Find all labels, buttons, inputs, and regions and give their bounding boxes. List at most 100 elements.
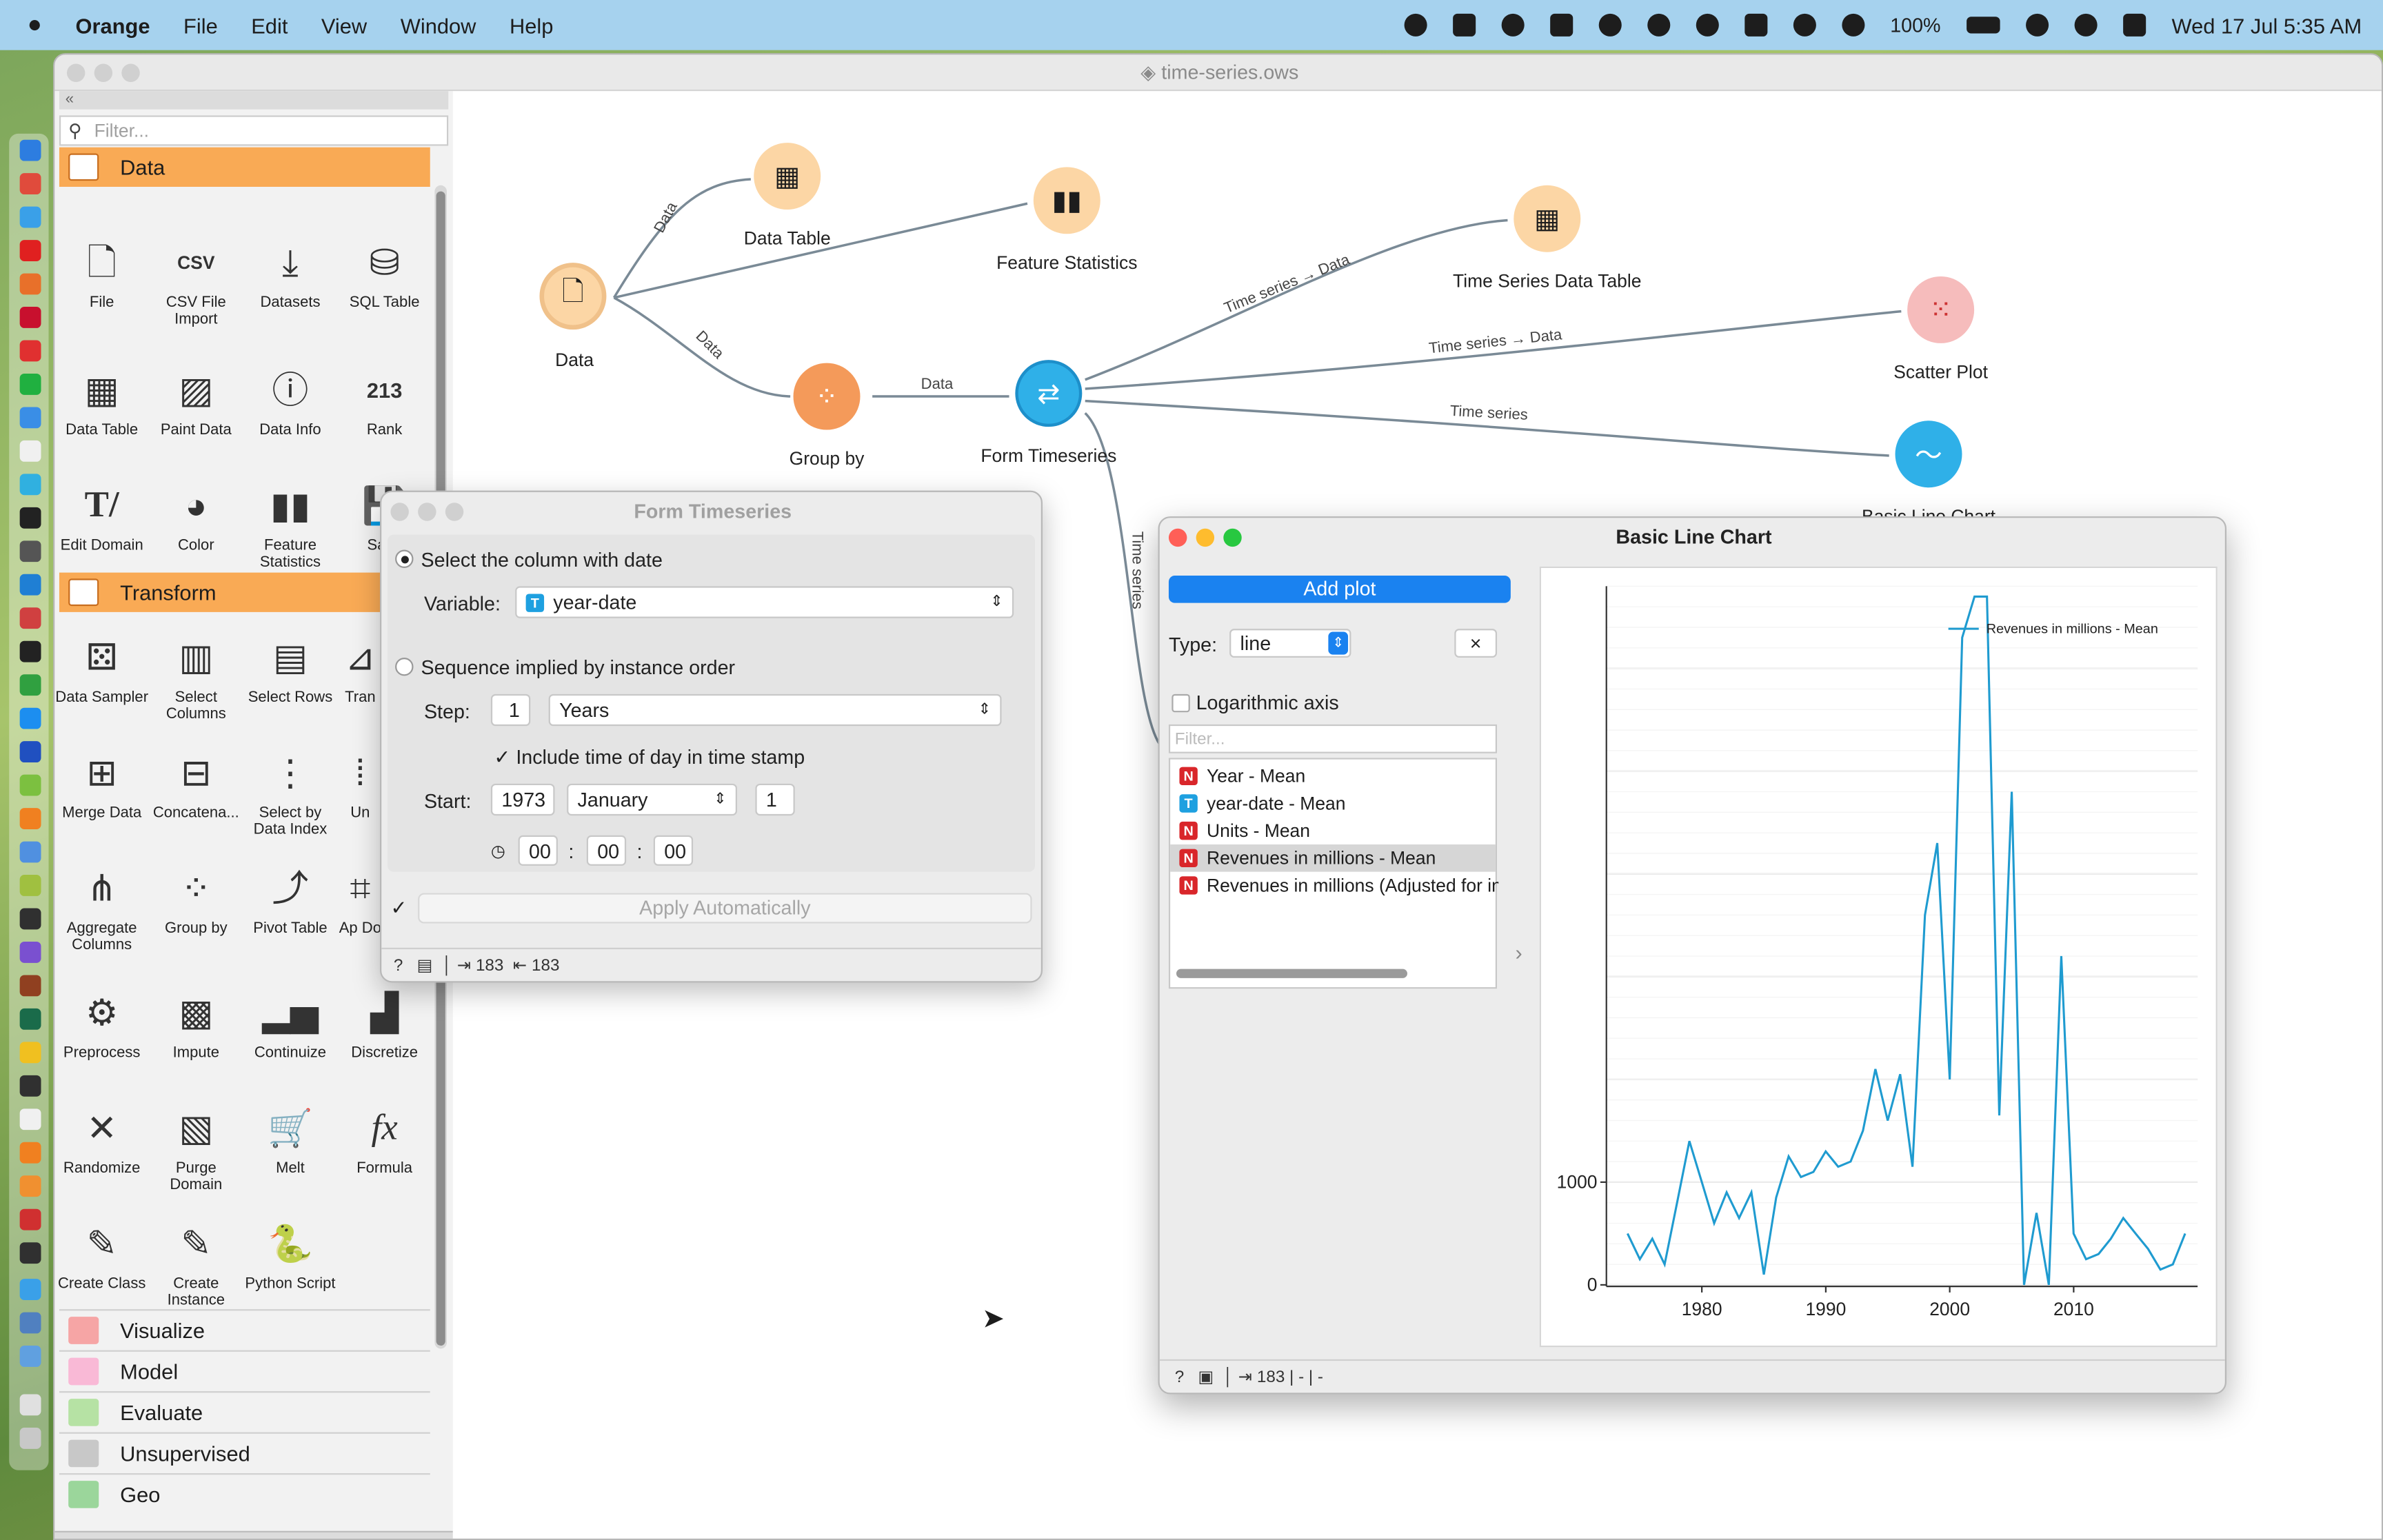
- step-unit-select[interactable]: Years ⇕: [548, 693, 1002, 727]
- category-data[interactable]: Data: [59, 147, 430, 187]
- clock[interactable]: Wed 17 Jul 5:35 AM: [2172, 13, 2362, 37]
- app-icon-26[interactable]: [19, 975, 41, 997]
- category-unsupervised[interactable]: Unsupervised: [59, 1432, 430, 1472]
- appstore-icon[interactable]: [19, 707, 41, 729]
- app-icon-29[interactable]: [19, 1075, 41, 1097]
- widget-data-table[interactable]: ▦ Data Table: [54, 365, 149, 439]
- menu-file[interactable]: File: [183, 13, 218, 37]
- vivaldi-icon[interactable]: [19, 307, 41, 328]
- widget-continuize[interactable]: ▂▅ Continuize: [243, 987, 338, 1062]
- widget-select-columns[interactable]: ▥ Select Columns: [149, 632, 243, 723]
- widget-datasets[interactable]: ⤓ Datasets: [243, 237, 338, 312]
- node-ts-data-table[interactable]: ▦: [1514, 185, 1581, 252]
- remove-plot-button[interactable]: ×: [1454, 629, 1498, 658]
- vscode-icon[interactable]: [19, 574, 41, 596]
- wifi-icon[interactable]: [2025, 13, 2049, 37]
- zoom-button[interactable]: [445, 503, 464, 521]
- type-select[interactable]: line ⇕: [1229, 629, 1351, 658]
- save-icon[interactable]: ▣: [1198, 1368, 1214, 1386]
- widget-select-by-index[interactable]: ⋮ Select by Data Index: [243, 747, 338, 838]
- widget-randomize[interactable]: ✕ Randomize: [54, 1103, 149, 1177]
- evernote-icon[interactable]: [19, 674, 41, 696]
- widget-data-sampler[interactable]: ⚄ Data Sampler: [54, 632, 149, 707]
- app-icon-22[interactable]: [19, 841, 41, 863]
- finder-icon[interactable]: [19, 139, 41, 161]
- facetime-icon[interactable]: [19, 373, 41, 395]
- terminal-icon[interactable]: [19, 908, 41, 930]
- node-group-by[interactable]: ⁘: [793, 363, 861, 430]
- widget-pivot-table[interactable]: ⤴ Pivot Table: [243, 862, 338, 937]
- app-icon-25[interactable]: [19, 941, 41, 963]
- node-feature-statistics[interactable]: ▮▮: [1033, 167, 1100, 234]
- variable-list[interactable]: N Year - Mean Tyear-date - Mean N Units - …: [1168, 758, 1498, 989]
- node-data-table[interactable]: ▦: [754, 143, 821, 210]
- app-icon-19[interactable]: [19, 741, 41, 763]
- node-basic-line-chart[interactable]: 〜: [1895, 421, 1962, 488]
- node-form-timeseries[interactable]: ⇄: [1015, 360, 1083, 427]
- app-icon-16[interactable]: [19, 640, 41, 662]
- app-menu[interactable]: Orange: [75, 13, 150, 37]
- app-icon-34[interactable]: [19, 1242, 41, 1264]
- radio-select-column[interactable]: [395, 549, 414, 568]
- app-icon-32[interactable]: [19, 1175, 41, 1197]
- app-icon-31[interactable]: [19, 1142, 41, 1164]
- widget-data-info[interactable]: ⓘ Data Info: [243, 365, 338, 439]
- document-icon[interactable]: [19, 1394, 41, 1416]
- status-app2-icon[interactable]: [1549, 13, 1573, 37]
- widget-create-instance[interactable]: ✎ Create Instance: [149, 1218, 243, 1309]
- menu-view[interactable]: View: [321, 13, 367, 37]
- widget-edit-domain[interactable]: T/Edit Domain: [54, 480, 149, 554]
- battery-icon[interactable]: [1967, 17, 2000, 34]
- close-button[interactable]: [1168, 528, 1187, 547]
- start-month-select[interactable]: January ⇕: [567, 783, 737, 816]
- mail-icon[interactable]: [19, 407, 41, 429]
- collapse-toolbox-button[interactable]: «: [59, 91, 449, 110]
- widget-aggregate-columns[interactable]: ⋔ Aggregate Columns: [54, 862, 149, 953]
- app-icon-7[interactable]: [19, 340, 41, 362]
- app-icon-27[interactable]: [19, 1008, 41, 1030]
- widget-transpose[interactable]: ⊿ Tran: [337, 632, 383, 707]
- minimize-button[interactable]: [94, 63, 113, 82]
- status-incognito-icon[interactable]: [1647, 13, 1670, 37]
- minimize-button[interactable]: [418, 503, 436, 521]
- app-icon-23[interactable]: [19, 875, 41, 896]
- widget-impute[interactable]: ▩ Impute: [149, 987, 243, 1062]
- status-play-icon[interactable]: [1841, 13, 1864, 37]
- category-evaluate[interactable]: Evaluate: [59, 1391, 430, 1431]
- app-icon-15[interactable]: [19, 607, 41, 629]
- category-geo[interactable]: Geo: [59, 1473, 430, 1513]
- variable-filter-input[interactable]: Filter...: [1168, 724, 1498, 753]
- trash-icon[interactable]: [19, 1428, 41, 1449]
- widget-unique[interactable]: ⁞ Un: [337, 747, 383, 822]
- widget-group-by[interactable]: ⁘ Group by: [149, 862, 243, 937]
- app-icon-13[interactable]: [19, 540, 41, 563]
- status-rocket-icon[interactable]: [1500, 13, 1525, 37]
- widget-csv-import[interactable]: CSV CSV File Import: [149, 237, 243, 328]
- help-icon[interactable]: ?: [1175, 1368, 1185, 1386]
- report-icon[interactable]: ▤: [417, 957, 433, 975]
- status-airdrop-icon[interactable]: [1452, 13, 1476, 37]
- safari-icon[interactable]: [19, 206, 41, 228]
- widget-rank[interactable]: 213 Rank: [337, 365, 432, 439]
- tv-icon[interactable]: [19, 507, 41, 529]
- widget-merge-data[interactable]: ⊞ Merge Data: [54, 747, 149, 822]
- category-model[interactable]: Model: [59, 1350, 430, 1390]
- node-data[interactable]: 🗋: [539, 263, 607, 330]
- step-input[interactable]: 1: [490, 693, 531, 727]
- info-icon[interactable]: ⓘ: [77, 1537, 102, 1539]
- close-button[interactable]: [66, 63, 86, 82]
- menu-window[interactable]: Window: [401, 13, 476, 37]
- second-input[interactable]: 00: [653, 835, 694, 866]
- status-accessibility-icon[interactable]: [1793, 13, 1816, 37]
- apply-auto-checkbox[interactable]: ✓: [390, 896, 407, 920]
- toolbox-filter-input[interactable]: ⚲ Filter...: [59, 115, 449, 146]
- status-glasses-icon[interactable]: [1598, 13, 1622, 37]
- list-item[interactable]: N Year - Mean: [1179, 762, 1498, 790]
- app-icon-33[interactable]: [19, 1208, 41, 1230]
- add-plot-button[interactable]: Add plot: [1168, 576, 1511, 603]
- status-app-icon[interactable]: [1403, 13, 1427, 37]
- widget-color[interactable]: ◕ Color: [149, 480, 243, 554]
- status-keyboard-icon[interactable]: [1744, 13, 1767, 37]
- menu-help[interactable]: Help: [510, 13, 553, 37]
- status-cloud-icon[interactable]: [1696, 13, 1719, 37]
